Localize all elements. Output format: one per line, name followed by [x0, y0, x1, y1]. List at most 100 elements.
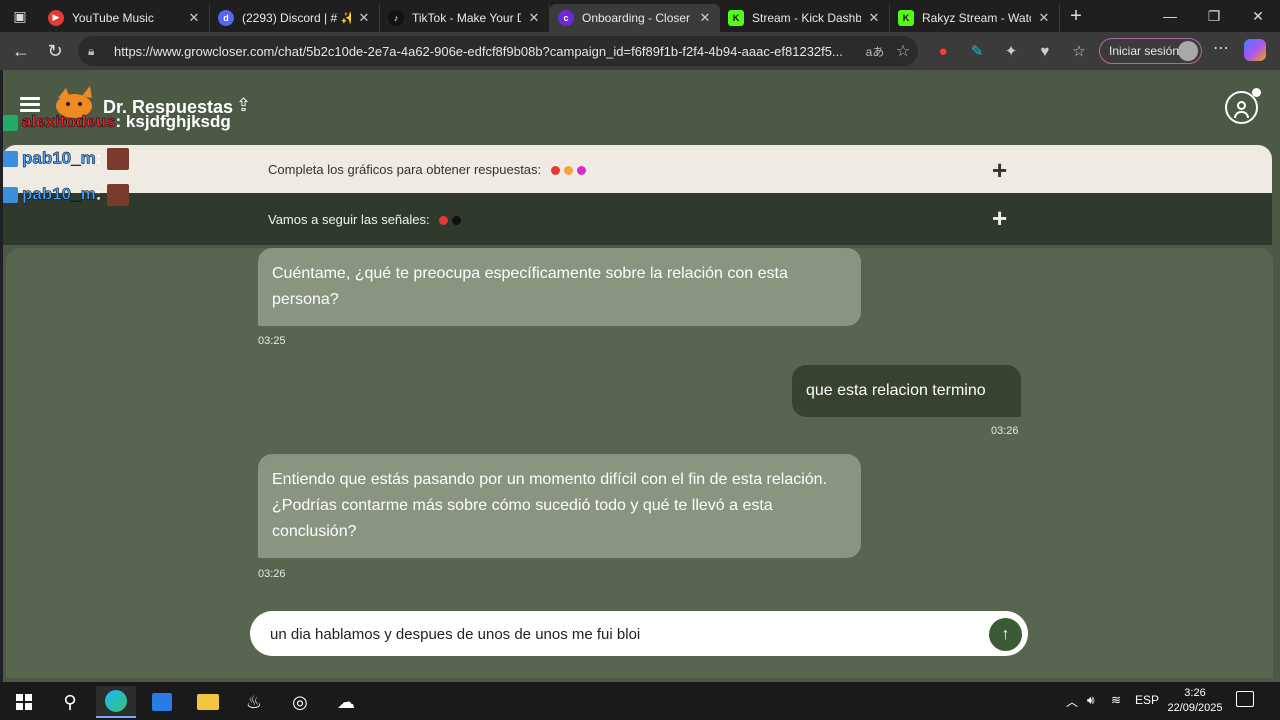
favorites-icon[interactable]: ☆	[1062, 42, 1096, 60]
steam-icon[interactable]: ♨	[234, 686, 274, 718]
more-options-icon[interactable]: ⋯	[1210, 38, 1232, 58]
translate-icon[interactable]: aあ	[862, 43, 888, 60]
file-explorer-icon[interactable]	[188, 686, 228, 718]
tab-label: TikTok - Make Your Day	[412, 10, 521, 25]
tiktok-icon: ♪	[388, 9, 404, 26]
new-tab-button[interactable]: +	[1060, 5, 1092, 28]
web-page: Dr. Respuestas ⇪ Completa los gráficos p…	[0, 70, 1280, 682]
signals-panel-text: Vamos a seguir las señales:	[268, 212, 465, 228]
tab-label: Rakyz Stream - Watch Live	[922, 10, 1031, 25]
message-input-box: ↑	[250, 611, 1028, 656]
extensions-bar: ● ✎ ✦ ♥ ☆	[926, 36, 1096, 66]
browser-tab-bar: ▣ ▶ YouTube Music ✕ d (2293) Discord | #…	[0, 0, 1280, 32]
page-border	[0, 70, 3, 682]
share-icon[interactable]: ⇪	[236, 95, 251, 116]
tab-discord[interactable]: d (2293) Discord | # ✨ | g ✕	[210, 3, 380, 32]
close-icon[interactable]: ✕	[527, 10, 541, 26]
chat-message: :	[95, 184, 102, 204]
graphs-panel: Completa los gráficos para obtener respu…	[2, 145, 1272, 193]
close-window-icon[interactable]: ✕	[1236, 0, 1280, 32]
notifications-icon[interactable]	[1236, 691, 1254, 707]
expand-signals-button[interactable]: +	[992, 203, 1007, 234]
tray-chevron-icon[interactable]: ︿	[1066, 693, 1078, 710]
graphs-panel-text: Completa los gráficos para obtener respu…	[268, 162, 590, 178]
close-icon[interactable]: ✕	[698, 10, 712, 26]
extension-red-icon[interactable]: ●	[926, 43, 960, 60]
chat-username: alexitodeus	[22, 112, 116, 132]
chat-badge-icon	[2, 114, 18, 131]
user-message: que esta relacion termino	[792, 365, 1021, 417]
url-text: https://www.growcloser.com/chat/5b2c10de…	[114, 43, 843, 59]
reload-icon[interactable]: ↻	[38, 34, 72, 68]
minimize-icon[interactable]: —	[1148, 0, 1192, 32]
volume-icon[interactable]: 🔊︎	[1087, 693, 1095, 708]
tab-actions-icon[interactable]: ▣	[0, 0, 40, 32]
signal-dots	[439, 213, 465, 228]
browser-toolbar: ← ↻ 🔒︎ https://www.growcloser.com/chat/5…	[0, 32, 1280, 70]
chat-message: :	[95, 148, 102, 168]
wifi-icon[interactable]: ≋	[1111, 693, 1121, 707]
graph-dots	[550, 163, 590, 178]
extensions-puzzle-icon[interactable]: ✦	[994, 42, 1028, 60]
message-time: 03:26	[991, 425, 1019, 437]
kick-icon: K	[728, 9, 744, 26]
chat-emote-icon	[107, 148, 130, 170]
edge-browser-icon[interactable]	[96, 686, 136, 718]
hamburger-menu-icon[interactable]	[20, 97, 40, 113]
message-time: 03:26	[258, 568, 286, 580]
closer-icon: c	[558, 9, 574, 26]
bot-message: Entiendo que estás pasando por un moment…	[258, 454, 861, 558]
message-input[interactable]	[270, 622, 980, 646]
tab-label: Stream - Kick Dashboard	[752, 10, 861, 25]
performance-icon[interactable]: ♥	[1028, 43, 1062, 60]
copilot-icon[interactable]	[1244, 39, 1266, 61]
chat-message: : ksjdfghjksdg	[115, 112, 231, 131]
overlay-chat-line: pab10_m:	[2, 184, 130, 206]
tab-tiktok[interactable]: ♪ TikTok - Make Your Day ✕	[380, 3, 550, 32]
chat-emote-icon	[107, 184, 130, 206]
tab-label: YouTube Music	[72, 10, 154, 25]
message-time: 03:25	[258, 335, 286, 347]
obs-icon[interactable]: ◎	[280, 686, 320, 718]
chat-username: pab10_m	[22, 184, 96, 204]
youtube-music-icon: ▶	[48, 9, 64, 26]
site-info-icon[interactable]: 🔒︎	[88, 44, 106, 59]
restore-icon[interactable]: ❐	[1192, 0, 1236, 32]
chat-badge-icon	[2, 151, 18, 167]
kick-icon: K	[898, 9, 914, 26]
bot-message: Cuéntame, ¿qué te preocupa específicamen…	[258, 248, 861, 326]
tab-kick-dashboard[interactable]: K Stream - Kick Dashboard ✕	[720, 3, 890, 32]
signin-label: Iniciar sesión	[1109, 44, 1180, 58]
extension-translate-icon[interactable]: ✎	[960, 42, 994, 60]
overlay-chat-line: pab10_m:	[2, 148, 130, 170]
app-pinned-icon[interactable]: ☁	[326, 686, 366, 718]
close-icon[interactable]: ✕	[867, 10, 881, 26]
back-icon[interactable]: ←	[4, 34, 38, 68]
close-icon[interactable]: ✕	[1037, 10, 1051, 26]
window-controls: — ❐ ✕	[1148, 0, 1280, 32]
tab-youtube-music[interactable]: ▶ YouTube Music ✕	[40, 3, 210, 32]
chat-badge-icon	[2, 187, 18, 203]
signin-button[interactable]: Iniciar sesión	[1099, 38, 1202, 64]
chat-username: pab10_m	[22, 148, 96, 168]
expand-graphs-button[interactable]: +	[992, 155, 1007, 186]
store-icon[interactable]	[142, 686, 182, 718]
language-indicator[interactable]: ESP	[1135, 693, 1159, 707]
taskbar-clock[interactable]: 3:26 22/09/2025	[1166, 686, 1224, 716]
close-icon[interactable]: ✕	[187, 10, 201, 26]
address-bar[interactable]: 🔒︎ https://www.growcloser.com/chat/5b2c1…	[78, 36, 918, 66]
profile-icon[interactable]	[1225, 88, 1261, 124]
overlay-chat-line: alexitodeus: ksjdfghjksdg	[2, 112, 231, 132]
favorite-star-icon[interactable]: ☆	[888, 41, 918, 61]
tab-label: (2293) Discord | # ✨ | g	[242, 10, 351, 25]
clock-time: 3:26	[1184, 687, 1206, 699]
tab-rakyz-stream[interactable]: K Rakyz Stream - Watch Live ✕	[890, 3, 1060, 32]
discord-icon: d	[218, 9, 234, 26]
notification-dot	[1252, 88, 1261, 97]
windows-start-icon[interactable]	[4, 686, 44, 718]
tab-onboarding-closer[interactable]: c Onboarding - Closer ✕	[550, 3, 720, 32]
search-icon[interactable]: ⚲	[50, 686, 90, 718]
avatar	[1178, 41, 1198, 61]
send-button[interactable]: ↑	[989, 618, 1022, 651]
close-icon[interactable]: ✕	[357, 10, 371, 26]
